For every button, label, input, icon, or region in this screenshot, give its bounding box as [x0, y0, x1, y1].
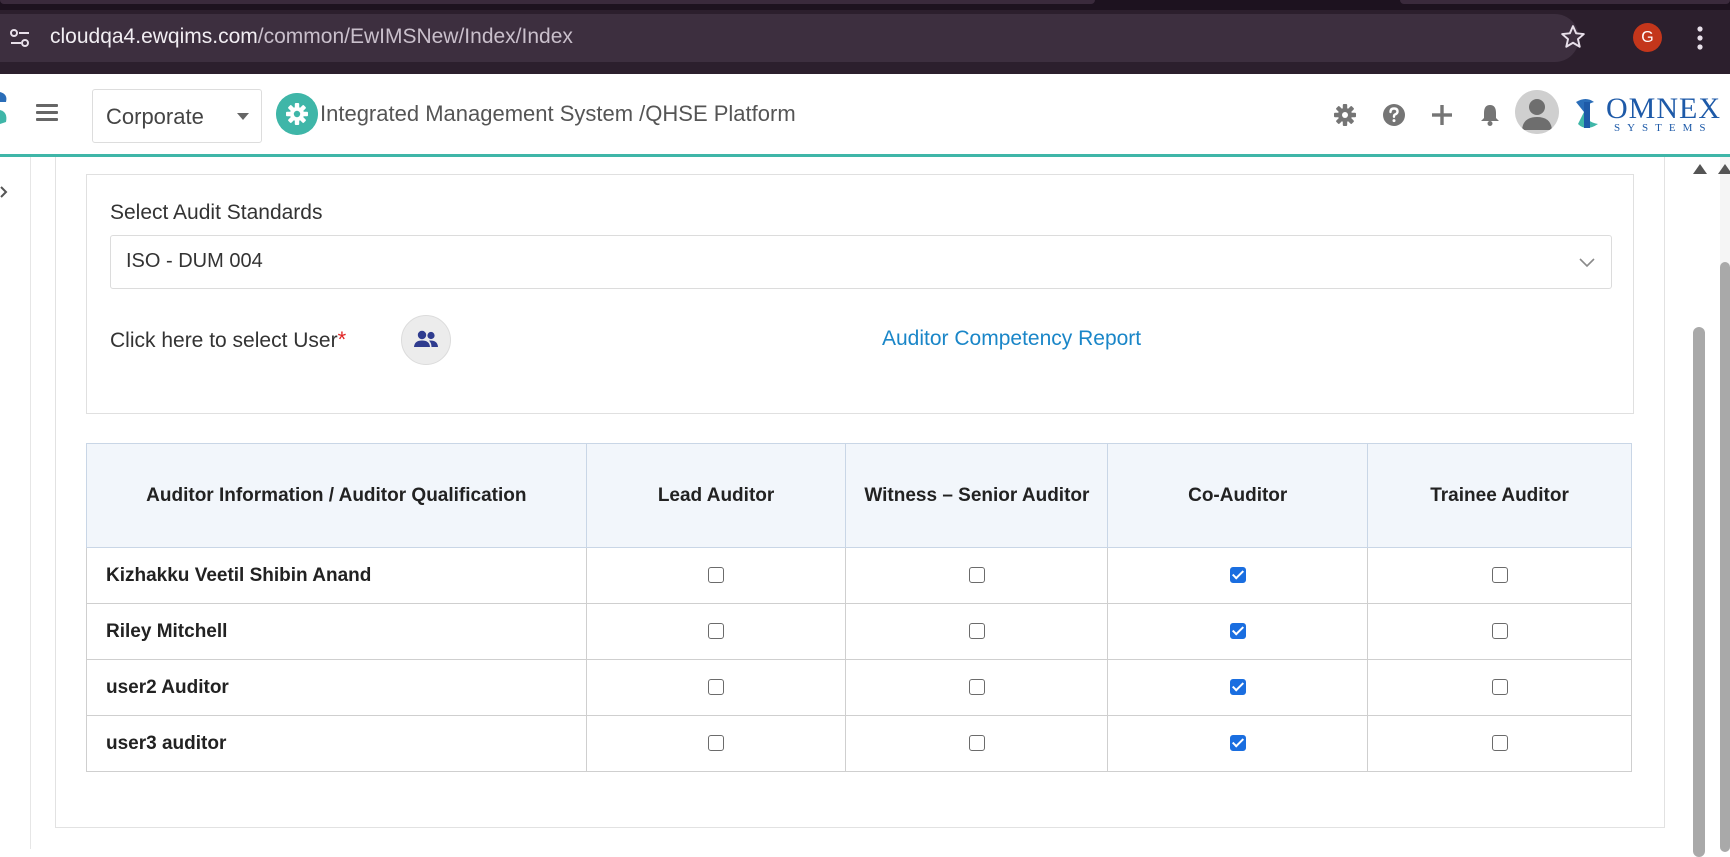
- bell-icon[interactable]: [1477, 102, 1503, 128]
- url-host: cloudqa4.ewqims.com: [50, 25, 258, 48]
- co-auditor-checkbox[interactable]: [1229, 623, 1246, 640]
- qualification-cell-lead: [585, 547, 847, 604]
- gear-icon[interactable]: [1332, 102, 1358, 128]
- auditor-qualification-table: Auditor Information / Auditor Qualificat…: [86, 443, 1632, 772]
- column-header-auditor-info: Auditor Information / Auditor Qualificat…: [86, 443, 587, 548]
- table-row: user3 auditor: [86, 715, 1632, 772]
- qualification-cell-co: [1107, 603, 1369, 660]
- url-text[interactable]: cloudqa4.ewqims.com/common/EwIMSNew/Inde…: [50, 25, 573, 49]
- qualification-cell-co: [1107, 659, 1369, 716]
- caret-down-icon: [237, 113, 249, 120]
- browser-tab[interactable]: [0, 0, 1095, 4]
- scroll-up-arrow-icon[interactable]: [1718, 164, 1730, 174]
- brand-name: OMNEX: [1606, 92, 1721, 125]
- witness-auditor-checkbox[interactable]: [968, 735, 985, 752]
- table-row: user2 Auditor: [86, 659, 1632, 716]
- browser-tab[interactable]: [1400, 0, 1730, 4]
- audit-standards-card: Select Audit Standards ISO - DUM 004 Cli…: [86, 174, 1634, 414]
- qualification-cell-witness: [845, 715, 1109, 772]
- browser-toolbar: cloudqa4.ewqims.com/common/EwIMSNew/Inde…: [0, 0, 1730, 74]
- brand-subtitle: SYSTEMS: [1614, 122, 1713, 134]
- trainee-auditor-checkbox[interactable]: [1491, 623, 1508, 640]
- qualification-cell-witness: [845, 547, 1109, 604]
- column-header-lead-auditor: Lead Auditor: [585, 443, 847, 548]
- qualification-cell-trainee: [1367, 659, 1632, 716]
- address-bar[interactable]: cloudqa4.ewqims.com/common/EwIMSNew/Inde…: [0, 14, 1579, 62]
- column-header-witness-senior-auditor: Witness – Senior Auditor: [845, 443, 1109, 548]
- qualification-cell-lead: [585, 715, 847, 772]
- chevron-down-icon: [1579, 258, 1595, 268]
- auditor-competency-report-link[interactable]: Auditor Competency Report: [882, 327, 1141, 351]
- profile-avatar[interactable]: G: [1633, 23, 1662, 52]
- lead-auditor-checkbox[interactable]: [708, 567, 725, 584]
- site-settings-icon[interactable]: [8, 26, 32, 50]
- app-logo-partial[interactable]: [0, 88, 8, 132]
- audit-standards-select[interactable]: ISO - DUM 004: [110, 235, 1612, 289]
- users-icon: [414, 330, 438, 347]
- lead-auditor-checkbox[interactable]: [708, 679, 725, 696]
- user-avatar[interactable]: [1515, 90, 1559, 134]
- witness-auditor-checkbox[interactable]: [968, 679, 985, 696]
- omnex-logo: OMNEX SYSTEMS: [1570, 92, 1730, 136]
- auditor-name-cell: user2 Auditor: [86, 659, 587, 716]
- qualification-cell-trainee: [1367, 547, 1632, 604]
- module-gear-icon: [276, 93, 318, 135]
- auditor-name-cell: Riley Mitchell: [86, 603, 587, 660]
- trainee-auditor-checkbox[interactable]: [1491, 735, 1508, 752]
- auditor-name-cell: Kizhakku Veetil Shibin Anand: [86, 547, 587, 604]
- scroll-up-arrow-icon[interactable]: [1693, 164, 1707, 174]
- table-row: Kizhakku Veetil Shibin Anand: [86, 547, 1632, 604]
- witness-auditor-checkbox[interactable]: [968, 567, 985, 584]
- select-user-button[interactable]: [401, 315, 451, 365]
- co-auditor-checkbox[interactable]: [1229, 679, 1246, 696]
- url-path: /common/EwIMSNew/Index/Index: [257, 25, 573, 48]
- organization-select[interactable]: Corporate: [92, 89, 262, 143]
- co-auditor-checkbox[interactable]: [1229, 735, 1246, 752]
- scroll-thumb[interactable]: [1693, 327, 1705, 857]
- trainee-auditor-checkbox[interactable]: [1491, 679, 1508, 696]
- select-user-label-text: Click here to select User: [110, 329, 338, 352]
- plus-icon[interactable]: [1429, 102, 1455, 128]
- sidebar-expand-chevron-icon[interactable]: [0, 183, 10, 201]
- qualification-cell-trainee: [1367, 715, 1632, 772]
- tab-strip: [0, 0, 1730, 10]
- auditor-name-cell: user3 auditor: [86, 715, 587, 772]
- help-icon[interactable]: [1381, 102, 1407, 128]
- app-title: Integrated Management System /QHSE Platf…: [320, 101, 796, 126]
- outer-scroll-thumb[interactable]: [1720, 262, 1730, 852]
- more-options-icon[interactable]: [1695, 24, 1705, 52]
- app-header: Corporate Integrated Management System /…: [0, 74, 1730, 157]
- qualification-cell-co: [1107, 715, 1369, 772]
- qualification-cell-co: [1107, 547, 1369, 604]
- table-header-row: Auditor Information / Auditor Qualificat…: [86, 443, 1632, 548]
- organization-select-value: Corporate: [106, 104, 204, 129]
- table-row: Riley Mitchell: [86, 603, 1632, 660]
- table-body: Kizhakku Veetil Shibin Anand Riley Mitche…: [86, 547, 1632, 772]
- qualification-cell-witness: [845, 659, 1109, 716]
- outer-scroll-track[interactable]: [1718, 157, 1730, 852]
- column-header-co-auditor: Co-Auditor: [1107, 443, 1369, 548]
- qualification-cell-lead: [585, 603, 847, 660]
- hamburger-menu-icon[interactable]: [36, 104, 58, 122]
- qualification-cell-lead: [585, 659, 847, 716]
- select-user-label: Click here to select User*: [110, 327, 346, 353]
- page-scrollbar[interactable]: [1690, 157, 1730, 857]
- trainee-auditor-checkbox[interactable]: [1491, 567, 1508, 584]
- audit-standards-value: ISO - DUM 004: [126, 250, 263, 272]
- bookmark-star-icon[interactable]: [1560, 24, 1586, 50]
- qualification-cell-witness: [845, 603, 1109, 660]
- lead-auditor-checkbox[interactable]: [708, 623, 725, 640]
- lead-auditor-checkbox[interactable]: [708, 735, 725, 752]
- column-header-trainee-auditor: Trainee Auditor: [1367, 443, 1632, 548]
- co-auditor-checkbox[interactable]: [1229, 567, 1246, 584]
- witness-auditor-checkbox[interactable]: [968, 623, 985, 640]
- sidebar-collapsed: [0, 157, 31, 849]
- qualification-cell-trainee: [1367, 603, 1632, 660]
- required-marker: *: [337, 327, 347, 352]
- standards-label: Select Audit Standards: [110, 201, 323, 224]
